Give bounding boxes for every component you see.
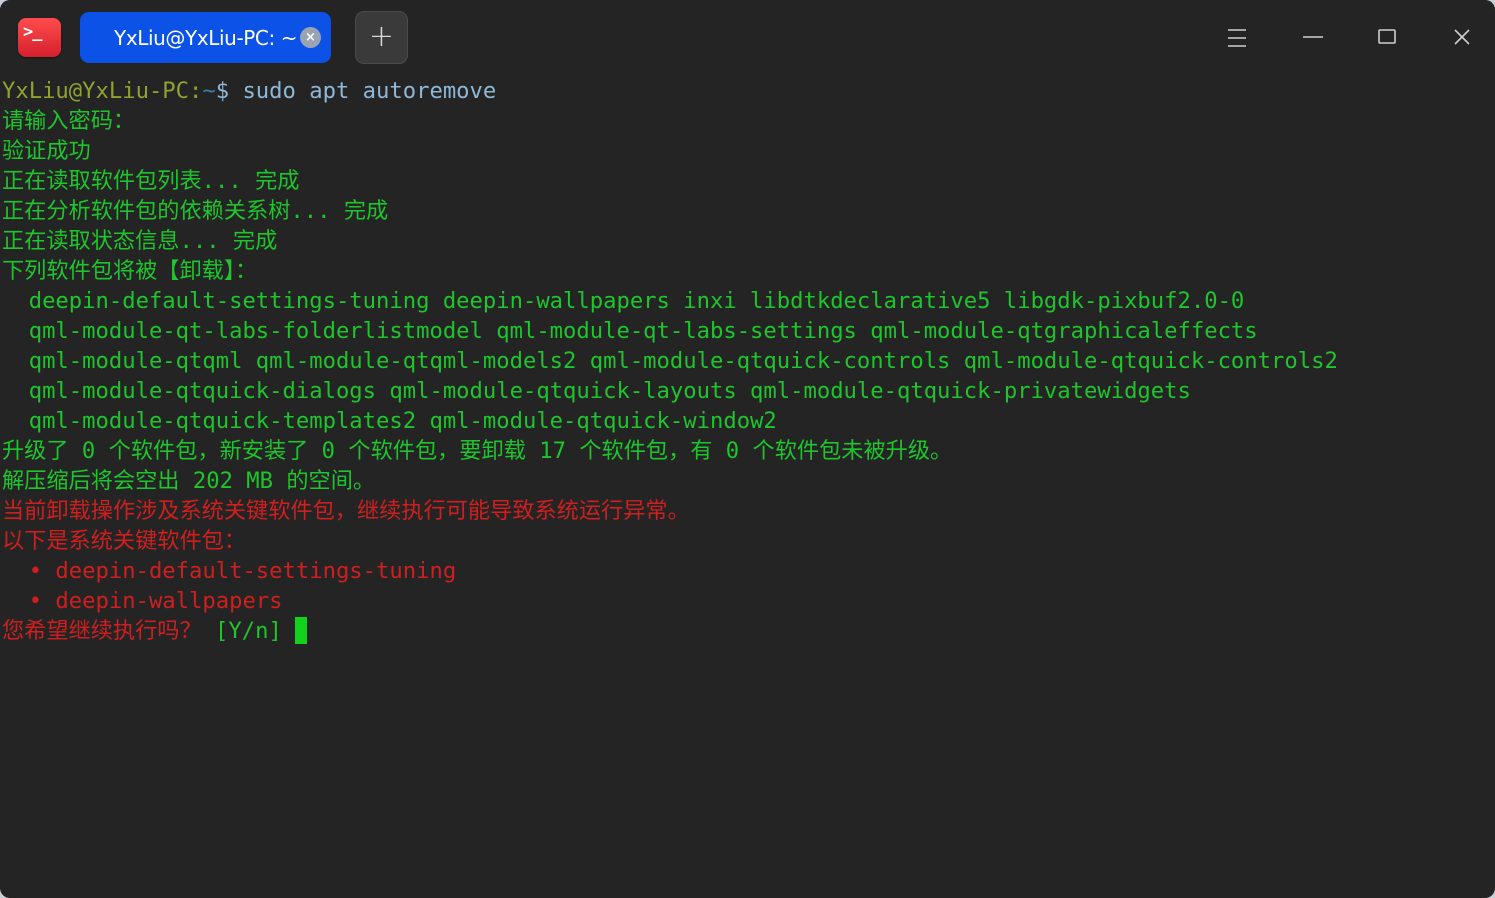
terminal-output[interactable]: YxLiu@YxLiu-PC:~$ sudo apt autoremove 请输… <box>0 76 1495 898</box>
confirm-prompt-line: 您希望继续执行吗？ [Y/n] <box>2 616 308 646</box>
package-list-line: qml-module-qtqml qml-module-qtqml-models… <box>2 348 1338 374</box>
package-list-line: qml-module-qt-labs-folderlistmodel qml-m… <box>2 318 1258 344</box>
terminal-window: >_ YxLiu@YxLiu-PC: ~ × + YxLiu@YxLiu-PC:… <box>0 0 1495 898</box>
confirm-question: 您希望继续执行吗？ <box>2 618 202 644</box>
warning-line: 当前卸载操作涉及系统关键软件包，继续执行可能导致系统运行异常。 <box>2 498 690 524</box>
title-bar[interactable]: >_ YxLiu@YxLiu-PC: ~ × + <box>0 0 1495 74</box>
command-text: sudo apt autoremove <box>242 78 497 104</box>
critical-package-item: • deepin-default-settings-tuning <box>2 558 457 584</box>
warning-line: 以下是系统关键软件包： <box>2 528 247 554</box>
close-icon[interactable]: × <box>300 27 321 48</box>
confirm-options: [Y/n] <box>201 618 296 644</box>
tab-active[interactable]: YxLiu@YxLiu-PC: ~ × <box>80 12 331 63</box>
output-line: 正在读取状态信息... 完成 <box>2 228 278 254</box>
package-list-line: qml-module-qtquick-templates2 qml-module… <box>2 408 777 434</box>
package-list-line: qml-module-qtquick-dialogs qml-module-qt… <box>2 378 1191 404</box>
critical-package-item: • deepin-wallpapers <box>2 588 283 614</box>
output-line: 升级了 0 个软件包，新安装了 0 个软件包，要卸载 17 个软件包，有 0 个… <box>2 438 953 464</box>
app-icon-glyph: >_ <box>23 22 43 42</box>
output-line: 正在读取软件包列表... 完成 <box>2 168 300 194</box>
terminal-app-icon[interactable]: >_ <box>18 18 61 57</box>
output-line: 正在分析软件包的依赖关系树... 完成 <box>2 198 389 224</box>
minimize-icon[interactable] <box>1291 15 1335 59</box>
prompt-symbol: $ <box>215 78 243 104</box>
hamburger-menu-icon[interactable] <box>1215 15 1259 59</box>
output-line: 验证成功 <box>2 138 91 164</box>
prompt-user: YxLiu@YxLiu-PC <box>2 78 190 104</box>
new-tab-button[interactable]: + <box>355 11 408 64</box>
package-list-line: deepin-default-settings-tuning deepin-wa… <box>2 288 1245 314</box>
maximize-icon[interactable] <box>1365 15 1409 59</box>
output-line: 请输入密码： <box>2 108 136 134</box>
output-line: 解压缩后将会空出 202 MB 的空间。 <box>2 468 376 494</box>
prompt-separator: : <box>189 78 203 104</box>
prompt-line: YxLiu@YxLiu-PC:~$ sudo apt autoremove <box>2 76 496 106</box>
close-icon[interactable] <box>1440 15 1484 59</box>
cursor[interactable] <box>295 617 308 644</box>
tab-title: YxLiu@YxLiu-PC: ~ <box>114 26 298 50</box>
output-line: 下列软件包将被【卸载】： <box>2 258 258 284</box>
prompt-path: ~ <box>202 78 216 104</box>
